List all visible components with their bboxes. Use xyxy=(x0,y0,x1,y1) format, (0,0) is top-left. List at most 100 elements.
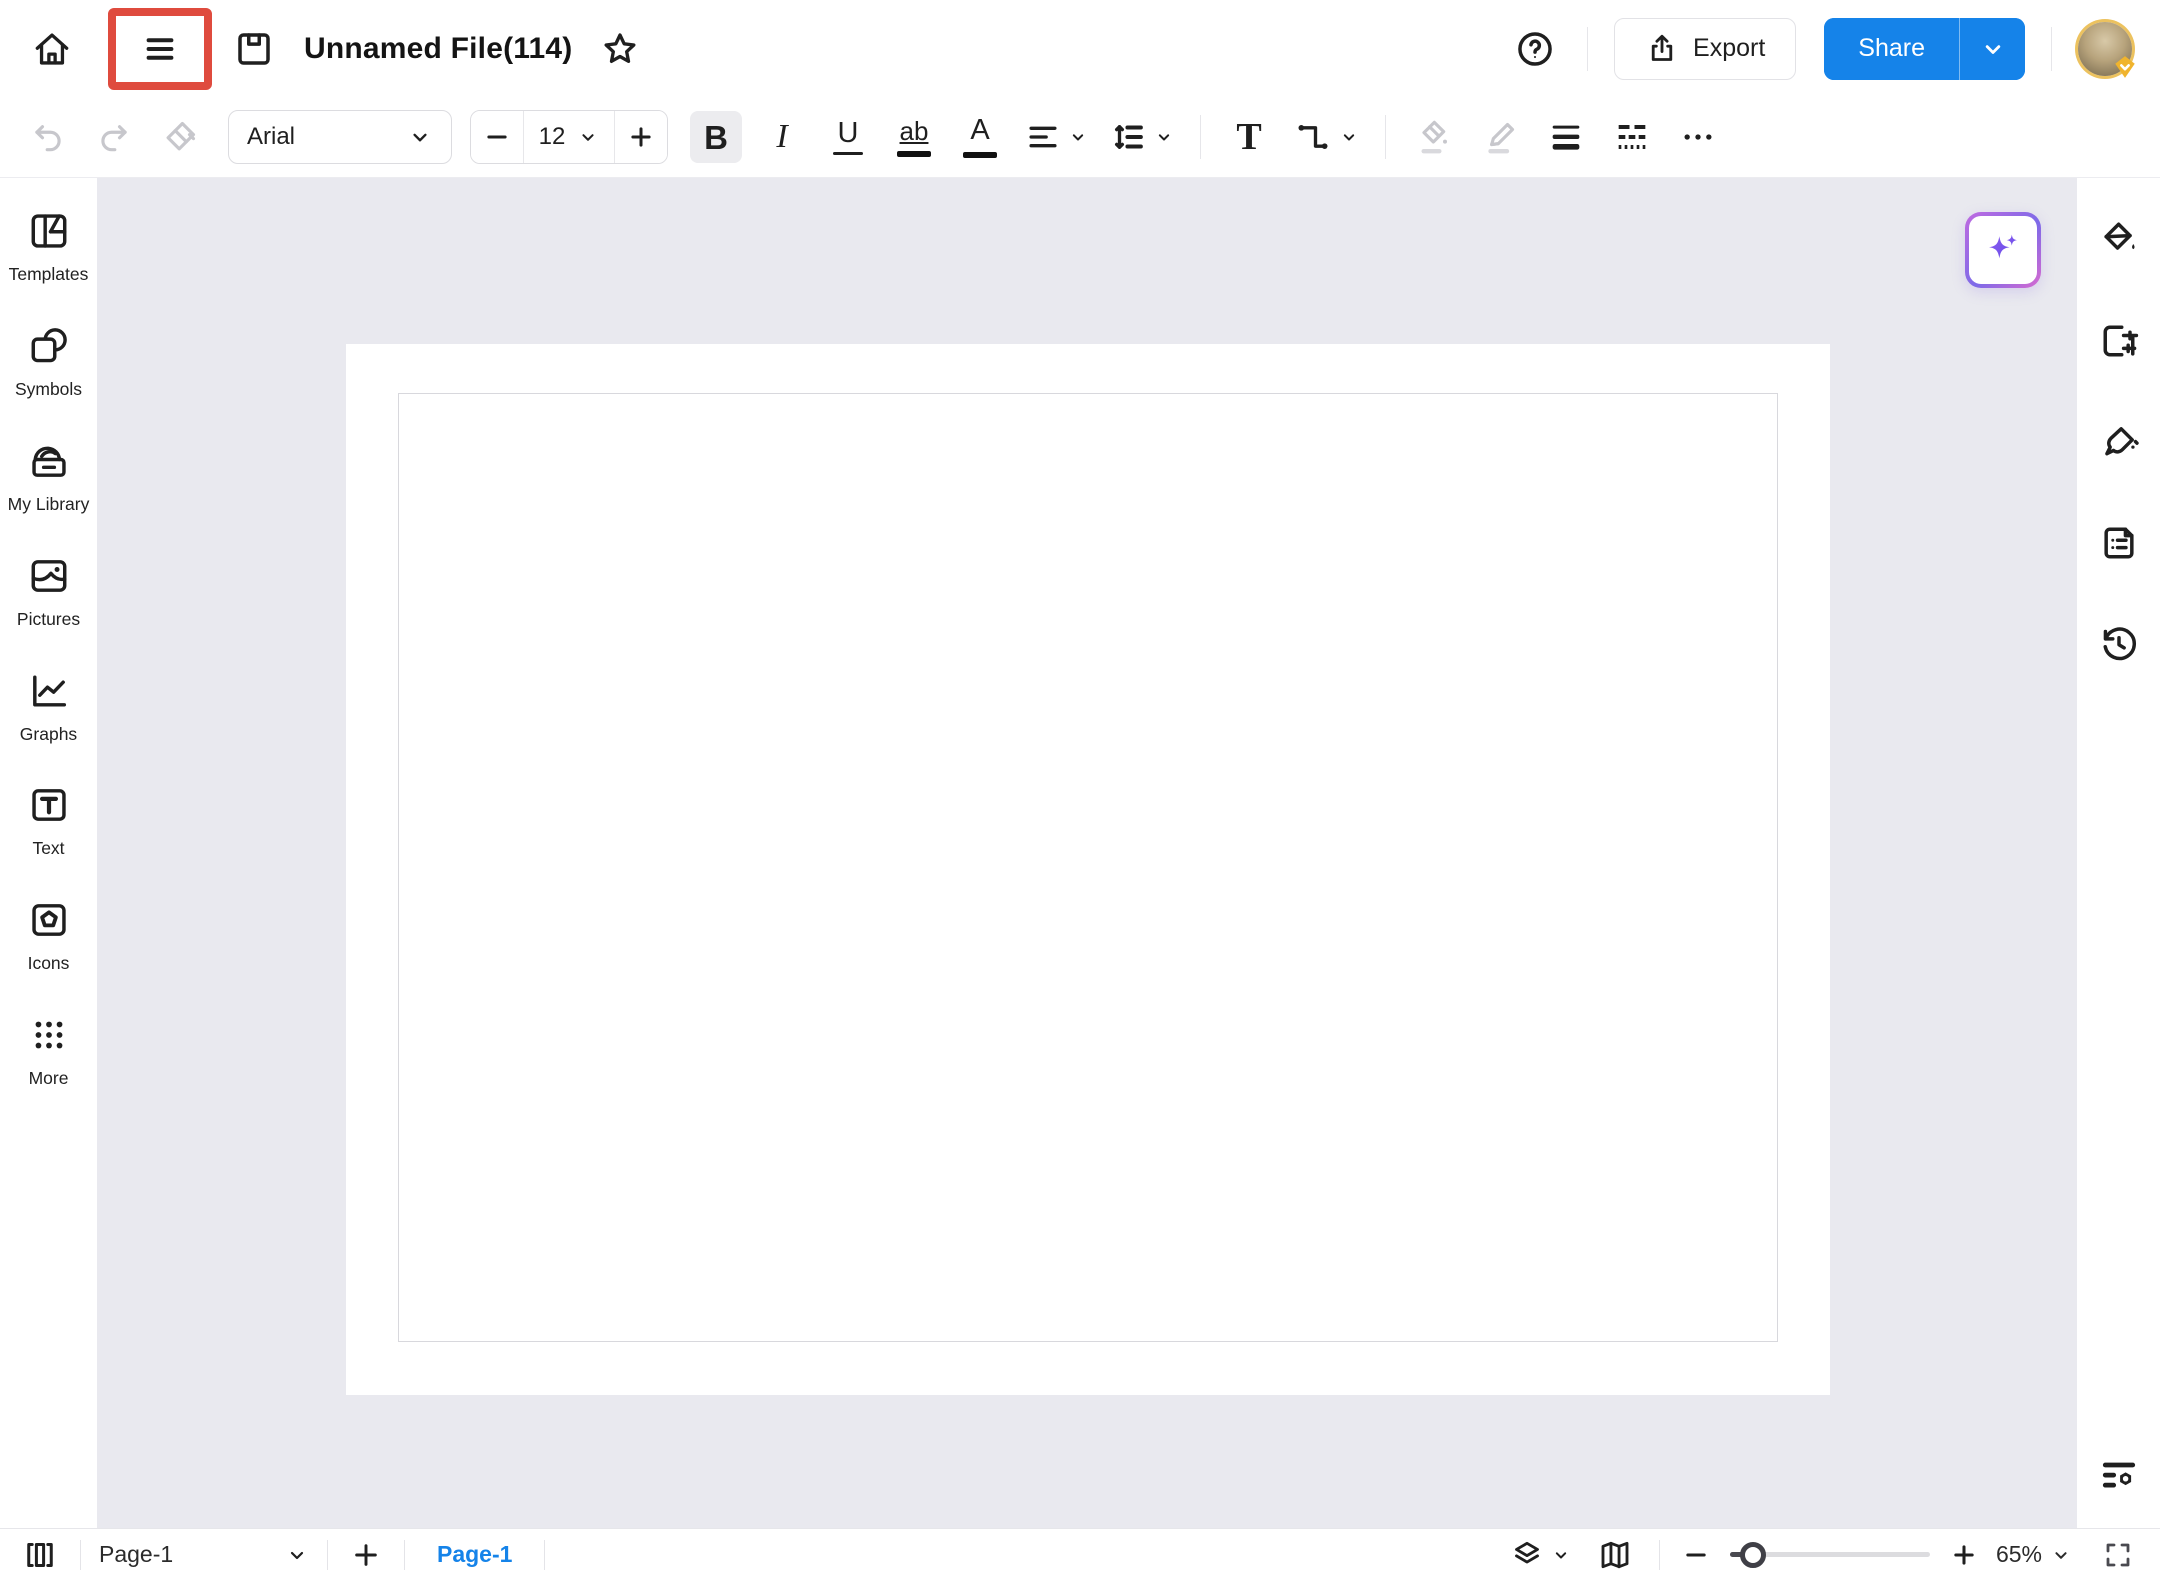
page-settings-button[interactable] xyxy=(2093,315,2145,367)
increase-font-icon xyxy=(626,122,656,152)
more-tools-button[interactable] xyxy=(1672,111,1724,163)
pen-style-button[interactable] xyxy=(1474,111,1526,163)
underline-label: U xyxy=(838,119,859,148)
main-area: Templates Symbols My Library xyxy=(0,178,2160,1528)
line-spacing-button[interactable] xyxy=(1106,111,1178,163)
format-painter-button[interactable] xyxy=(154,111,206,163)
align-button[interactable] xyxy=(1020,111,1092,163)
font-color-button[interactable]: A xyxy=(954,111,1006,163)
layers-icon xyxy=(1509,1537,1545,1573)
vip-badge-icon xyxy=(2112,54,2138,80)
sidebar-item-more[interactable]: More xyxy=(3,1012,95,1090)
zoom-slider-thumb[interactable] xyxy=(1740,1542,1766,1568)
fullscreen-button[interactable] xyxy=(2096,1533,2140,1577)
bottombar-divider xyxy=(327,1540,328,1570)
page-selector-dropdown[interactable]: Page-1 xyxy=(99,1541,309,1568)
text-icon xyxy=(26,782,72,828)
minimap-button[interactable] xyxy=(1589,1533,1641,1577)
pictures-icon xyxy=(26,553,72,599)
zoom-in-icon xyxy=(1950,1541,1978,1569)
sidebar-item-my-library[interactable]: My Library xyxy=(3,438,95,516)
notes-button[interactable] xyxy=(2093,517,2145,569)
document-title[interactable]: Unnamed File(114) xyxy=(304,32,572,66)
zoom-out-button[interactable] xyxy=(1678,1537,1714,1573)
share-button[interactable]: Share xyxy=(1824,18,1959,80)
share-dropdown-button[interactable] xyxy=(1959,18,2025,80)
header-right: Export Share xyxy=(1509,18,2132,80)
sidebar-label: Graphs xyxy=(20,724,77,746)
chevron-down-icon xyxy=(1551,1545,1571,1565)
help-button[interactable] xyxy=(1509,23,1561,75)
app-window: Unnamed File(114) Export xyxy=(0,0,2160,1580)
increase-font-button[interactable] xyxy=(615,111,667,163)
avatar[interactable] xyxy=(2078,22,2132,76)
redo-button[interactable] xyxy=(88,111,140,163)
theme-style-button[interactable] xyxy=(2093,416,2145,468)
highlight-color-button[interactable]: ab xyxy=(888,111,940,163)
graphs-icon xyxy=(26,668,72,714)
share-chevron-icon xyxy=(1979,35,2007,63)
home-button[interactable] xyxy=(26,23,78,75)
star-icon xyxy=(600,29,640,69)
font-family-select[interactable]: Arial xyxy=(228,110,452,164)
save-button[interactable] xyxy=(228,23,280,75)
undo-button[interactable] xyxy=(22,111,74,163)
fill-color-button[interactable] xyxy=(1408,111,1460,163)
decrease-font-button[interactable] xyxy=(471,111,523,163)
sidebar-item-symbols[interactable]: Symbols xyxy=(3,323,95,401)
connector-tool-button[interactable] xyxy=(1289,111,1363,163)
view-options-button[interactable] xyxy=(2093,1450,2145,1502)
notes-icon xyxy=(2097,521,2141,565)
export-button[interactable]: Export xyxy=(1614,18,1796,80)
chevron-down-icon xyxy=(1154,127,1174,147)
page-tab-active[interactable]: Page-1 xyxy=(423,1541,526,1568)
underline-button[interactable]: U xyxy=(822,111,874,163)
sidebar-item-text[interactable]: Text xyxy=(3,782,95,860)
minimap-icon xyxy=(1597,1537,1633,1573)
sidebar-item-icons[interactable]: Icons xyxy=(3,897,95,975)
left-sidebar: Templates Symbols My Library xyxy=(0,178,97,1528)
bold-label: B xyxy=(704,121,728,154)
view-options-gear-icon xyxy=(2097,1454,2141,1498)
sidebar-item-graphs[interactable]: Graphs xyxy=(3,668,95,746)
ai-assistant-button[interactable] xyxy=(1965,212,2041,288)
line-style-button[interactable] xyxy=(1606,111,1658,163)
font-size-control: 12 xyxy=(470,110,668,164)
text-tool-icon: T xyxy=(1236,118,1261,156)
templates-icon xyxy=(26,208,72,254)
fill-style-button[interactable] xyxy=(2093,214,2145,266)
italic-button[interactable]: I xyxy=(756,111,808,163)
sidebar-label: More xyxy=(29,1068,69,1090)
bold-button[interactable]: B xyxy=(690,111,742,163)
page-selector-value: Page-1 xyxy=(99,1541,173,1568)
history-button[interactable] xyxy=(2093,618,2145,670)
main-menu-button[interactable] xyxy=(134,23,186,75)
help-icon xyxy=(1514,28,1556,70)
sidebar-label: Symbols xyxy=(15,379,82,401)
zoom-level-select[interactable]: 65% xyxy=(1996,1541,2072,1568)
document-page[interactable] xyxy=(346,344,1830,1395)
theme-brush-icon xyxy=(2097,420,2141,464)
page-margin-guide xyxy=(398,393,1778,1342)
header-divider xyxy=(1587,27,1588,71)
text-tool-button[interactable]: T xyxy=(1223,111,1275,163)
bottombar-left: Page-1 Page-1 xyxy=(18,1529,563,1580)
line-weight-button[interactable] xyxy=(1540,111,1592,163)
sidebar-item-templates[interactable]: Templates xyxy=(3,208,95,286)
export-icon xyxy=(1645,32,1679,66)
zoom-in-button[interactable] xyxy=(1946,1537,1982,1573)
add-page-button[interactable] xyxy=(346,1535,386,1575)
sidebar-item-pictures[interactable]: Pictures xyxy=(3,553,95,631)
canvas-area[interactable] xyxy=(97,178,2077,1528)
format-painter-icon xyxy=(161,118,199,156)
favorite-button[interactable] xyxy=(596,25,644,73)
zoom-slider[interactable] xyxy=(1730,1552,1930,1557)
more-ellipsis-icon xyxy=(1678,117,1718,157)
chevron-down-icon xyxy=(2050,1544,2072,1566)
bottombar-right: 65% xyxy=(1505,1529,2140,1580)
toolbar-divider xyxy=(1200,115,1201,159)
layers-button[interactable] xyxy=(1505,1533,1575,1577)
font-size-select[interactable]: 12 xyxy=(523,111,615,163)
share-split-button: Share xyxy=(1824,18,2025,80)
pages-panel-button[interactable] xyxy=(18,1533,62,1577)
